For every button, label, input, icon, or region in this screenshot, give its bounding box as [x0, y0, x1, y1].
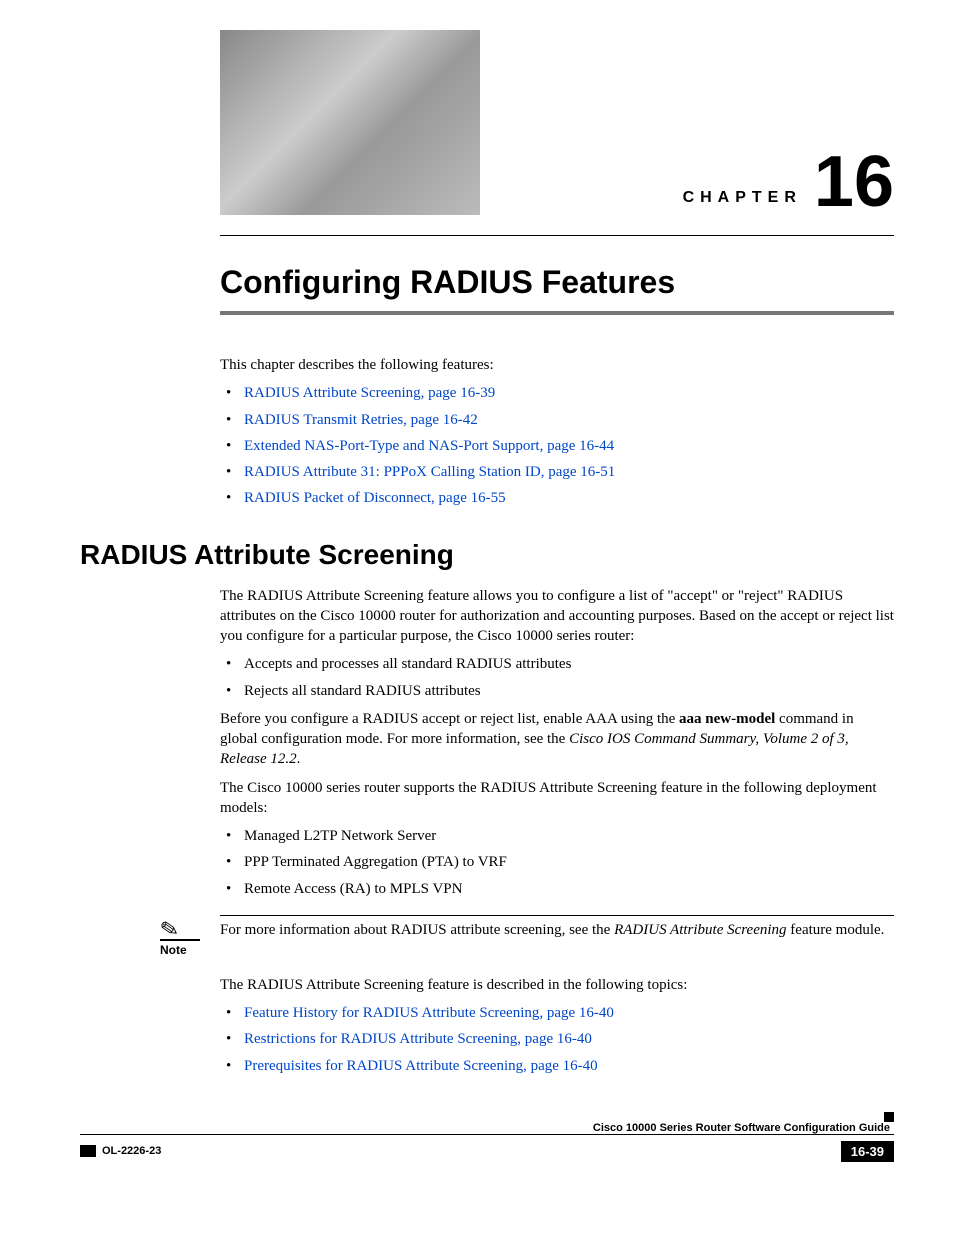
page-number: 16-39 — [841, 1141, 894, 1162]
list-item: Prerequisites for RADIUS Attribute Scree… — [244, 1056, 894, 1076]
note-content: For more information about RADIUS attrib… — [220, 915, 894, 959]
toc-list: RADIUS Attribute Screening, page 16-39 R… — [220, 383, 894, 508]
bullet-list: Managed L2TP Network Server PPP Terminat… — [220, 826, 894, 899]
topic-link[interactable]: Feature History for RADIUS Attribute Scr… — [244, 1005, 614, 1021]
guide-title: Cisco 10000 Series Router Software Confi… — [80, 1122, 894, 1134]
toc-link[interactable]: Extended NAS-Port-Type and NAS-Port Supp… — [244, 438, 614, 454]
paragraph: The RADIUS Attribute Screening feature i… — [220, 975, 894, 995]
bullet-list: Accepts and processes all standard RADIU… — [220, 654, 894, 701]
list-item: Remote Access (RA) to MPLS VPN — [244, 879, 894, 899]
chapter-header: CHAPTER 16 — [220, 30, 894, 215]
list-item: Rejects all standard RADIUS attributes — [244, 681, 894, 701]
list-item: Restrictions for RADIUS Attribute Screen… — [244, 1029, 894, 1049]
list-item: PPP Terminated Aggregation (PTA) to VRF — [244, 852, 894, 872]
page-footer: Cisco 10000 Series Router Software Confi… — [80, 1122, 894, 1172]
list-item: RADIUS Packet of Disconnect, page 16-55 — [244, 488, 894, 508]
toc-link[interactable]: RADIUS Packet of Disconnect, page 16-55 — [244, 490, 506, 506]
chapter-photo — [220, 30, 480, 215]
text-run: . — [297, 751, 301, 767]
text-run: feature module. — [787, 922, 885, 938]
note-block: ✎ Note For more information about RADIUS… — [160, 915, 894, 959]
section-heading: RADIUS Attribute Screening — [80, 539, 894, 571]
list-item: RADIUS Transmit Retries, page 16-42 — [244, 410, 894, 430]
list-item: RADIUS Attribute Screening, page 16-39 — [244, 383, 894, 403]
toc-link[interactable]: RADIUS Attribute 31: PPPoX Calling Stati… — [244, 464, 615, 480]
text-run: For more information about RADIUS attrib… — [220, 922, 614, 938]
toc-link[interactable]: RADIUS Transmit Retries, page 16-42 — [244, 412, 478, 428]
paragraph: The Cisco 10000 series router supports t… — [220, 778, 894, 819]
topic-link[interactable]: Prerequisites for RADIUS Attribute Scree… — [244, 1058, 598, 1074]
chapter-number: 16 — [814, 150, 894, 215]
toc-link[interactable]: RADIUS Attribute Screening, page 16-39 — [244, 385, 495, 401]
list-item: Feature History for RADIUS Attribute Scr… — [244, 1003, 894, 1023]
topic-list: Feature History for RADIUS Attribute Scr… — [220, 1003, 894, 1076]
note-icon: ✎ — [159, 910, 222, 942]
list-item: Extended NAS-Port-Type and NAS-Port Supp… — [244, 436, 894, 456]
command-text: aaa new-model — [679, 711, 775, 727]
list-item: RADIUS Attribute 31: PPPoX Calling Stati… — [244, 462, 894, 482]
paragraph: The RADIUS Attribute Screening feature a… — [220, 586, 894, 647]
footer-rule — [80, 1134, 894, 1135]
chapter-label: CHAPTER — [683, 189, 802, 215]
chapter-title: Configuring RADIUS Features — [220, 264, 894, 301]
document-id: OL-2226-23 — [80, 1145, 161, 1157]
rule-thin — [220, 235, 894, 236]
intro-text: This chapter describes the following fea… — [220, 355, 894, 375]
paragraph: Before you configure a RADIUS accept or … — [220, 709, 894, 770]
list-item: Managed L2TP Network Server — [244, 826, 894, 846]
topic-link[interactable]: Restrictions for RADIUS Attribute Screen… — [244, 1031, 592, 1047]
note-label: Note — [160, 943, 187, 957]
rule-thick — [220, 311, 894, 315]
list-item: Accepts and processes all standard RADIU… — [244, 654, 894, 674]
reference-text: RADIUS Attribute Screening — [614, 922, 786, 938]
text-run: Before you configure a RADIUS accept or … — [220, 711, 679, 727]
footer-marker — [884, 1112, 894, 1122]
